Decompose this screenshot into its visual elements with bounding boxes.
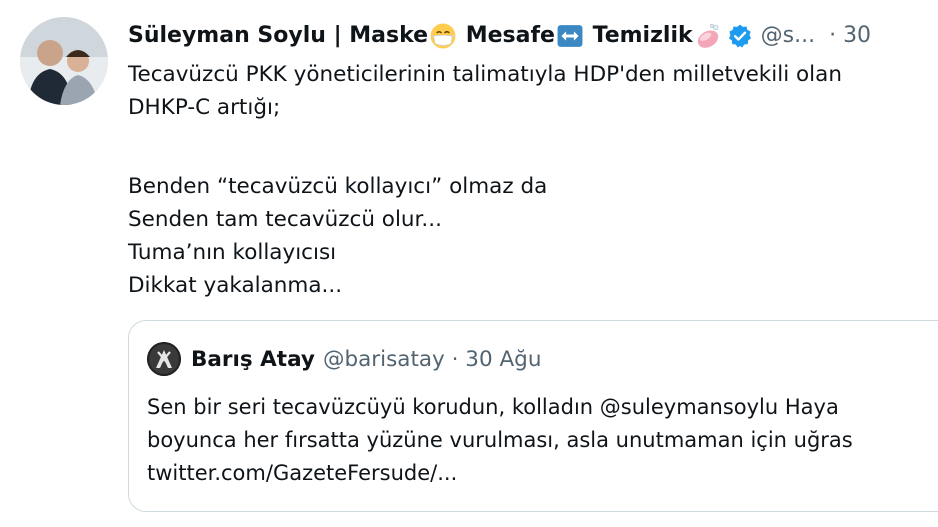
quoted-tweet[interactable]: Barış Atay @barisatay · 30 Ağu Sen bir s… bbox=[128, 320, 938, 512]
quoted-text-line: boyunca her fırsatta yüzüne vurulması, a… bbox=[147, 428, 853, 452]
author-handle[interactable]: @s... bbox=[761, 20, 815, 52]
face-with-medical-mask-icon bbox=[430, 23, 456, 49]
author-name-part2: Mesafe bbox=[458, 23, 555, 48]
soap-icon bbox=[697, 24, 719, 48]
tweet-text: Tecavüzcü PKK yöneticilerinin talimatıyl… bbox=[128, 58, 938, 302]
tweet-timestamp[interactable]: · 30 bbox=[829, 20, 871, 52]
author-name[interactable]: Süleyman Soylu | Maske Mesafe Temizlik bbox=[128, 20, 723, 52]
author-name-part1: Süleyman Soylu | Maske bbox=[128, 23, 429, 48]
tweet-text-line: Dikkat yakalanma... bbox=[128, 273, 343, 298]
quoted-author-handle[interactable]: @barisatay · 30 Ağu bbox=[323, 347, 542, 372]
tweet-text-line: Senden tam tecavüzcü olur... bbox=[128, 207, 442, 232]
tweet[interactable]: Süleyman Soylu | Maske Mesafe Temizlik @… bbox=[0, 0, 938, 527]
quoted-author-avatar[interactable] bbox=[147, 342, 181, 376]
tweet-text-line: DHKP-C artığı; bbox=[128, 95, 281, 120]
author-name-part3: Temizlik bbox=[584, 23, 693, 48]
quoted-text-line: Sen bir seri tecavüzcüyü korudun, kollad… bbox=[147, 395, 839, 419]
tweet-text-line: Tuma’nın kollayıcısı bbox=[128, 240, 337, 265]
quoted-author-name[interactable]: Barış Atay bbox=[191, 347, 315, 372]
quoted-tweet-text: Sen bir seri tecavüzcüyü korudun, kollad… bbox=[147, 391, 938, 490]
tweet-text-line: Benden “tecavüzcü kollayıcı” olmaz da bbox=[128, 174, 548, 199]
tweet-text-line: Tecavüzcü PKK yöneticilerinin talimatıyl… bbox=[128, 62, 842, 87]
verified-badge-icon bbox=[728, 24, 751, 48]
avatar-photo bbox=[20, 17, 108, 105]
author-avatar[interactable] bbox=[20, 17, 108, 105]
tweet-header: Süleyman Soylu | Maske Mesafe Temizlik @… bbox=[128, 20, 871, 52]
quoted-tweet-header: Barış Atay @barisatay · 30 Ağu bbox=[147, 341, 541, 377]
quoted-link[interactable]: twitter.com/GazeteFersude/... bbox=[147, 457, 938, 490]
left-right-arrow-icon bbox=[557, 25, 583, 47]
